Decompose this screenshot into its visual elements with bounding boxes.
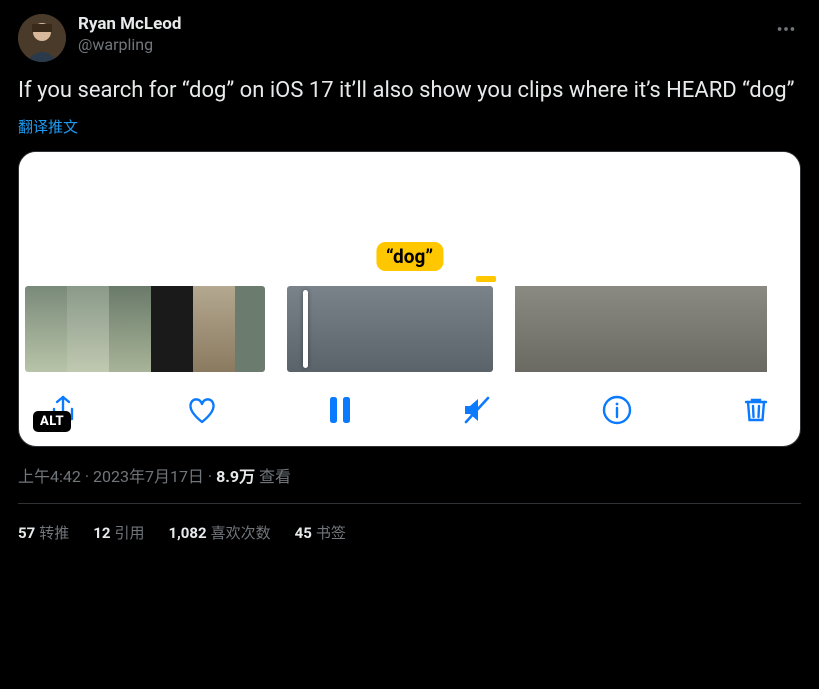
view-count[interactable]: 8.9万	[216, 467, 255, 486]
author-block: Ryan McLeod @warpling	[78, 14, 771, 54]
tweet-container: Ryan McLeod @warpling If you search for …	[0, 0, 819, 543]
search-term-badge: “dog”	[376, 242, 443, 271]
clip-frame	[725, 286, 767, 372]
stat-number: 1,082	[168, 524, 206, 542]
clip-frame	[235, 286, 265, 372]
stat-number: 45	[295, 524, 312, 542]
tweet-stats: 57转推 12引用 1,082 喜欢次数 45书签	[18, 504, 801, 543]
clip-frame	[557, 286, 599, 372]
tweet-time[interactable]: 上午4:42	[18, 467, 81, 486]
author-handle[interactable]: @warpling	[78, 35, 771, 54]
translate-link[interactable]: 翻译推文	[18, 116, 801, 137]
tweet-date[interactable]: 2023年7月17日	[93, 467, 204, 486]
clip-timeline-strip	[19, 276, 800, 376]
clip-frame	[67, 286, 109, 372]
clip-frame	[25, 286, 67, 372]
alt-text-button[interactable]: ALT	[33, 411, 71, 432]
pause-button[interactable]	[326, 394, 354, 426]
tweet-header: Ryan McLeod @warpling	[18, 14, 801, 62]
stat-label: 喜欢次数	[211, 524, 271, 542]
tweet-text: If you search for “dog” on iOS 17 it’ll …	[18, 76, 801, 106]
stat-label: 引用	[114, 524, 144, 542]
mute-button[interactable]	[461, 394, 493, 426]
media-toolbar	[19, 376, 800, 446]
meta-sep: ·	[204, 467, 216, 486]
clip-frame	[109, 286, 151, 372]
clip-thumbnail-group[interactable]	[515, 286, 767, 372]
media-top-space	[19, 152, 800, 242]
clip-frame	[365, 286, 443, 372]
clip-frame	[683, 286, 725, 372]
author-display-name[interactable]: Ryan McLeod	[78, 14, 771, 34]
likes-stat[interactable]: 1,082 喜欢次数	[168, 522, 270, 543]
search-badge-row: “dog”	[19, 242, 800, 276]
clip-frame	[641, 286, 683, 372]
clip-frame	[287, 286, 365, 372]
clip-thumbnail-group[interactable]	[25, 286, 265, 372]
badge-tick-marker	[476, 276, 496, 282]
clip-frame	[443, 286, 493, 372]
like-button[interactable]	[186, 394, 218, 426]
retweets-stat[interactable]: 57转推	[18, 522, 69, 543]
quotes-stat[interactable]: 12引用	[93, 522, 144, 543]
meta-sep: ·	[81, 467, 93, 486]
stat-label: 转推	[39, 524, 69, 542]
clip-frame	[151, 286, 193, 372]
clip-frame	[599, 286, 641, 372]
media-card[interactable]: “dog”	[18, 151, 801, 447]
avatar[interactable]	[18, 14, 66, 62]
media-inner: “dog”	[19, 152, 800, 446]
tweet-meta: 上午4:42 · 2023年7月17日 · 8.9万 查看	[18, 463, 801, 487]
playhead-indicator[interactable]	[303, 290, 308, 368]
info-button[interactable]	[601, 394, 633, 426]
clip-frame	[193, 286, 235, 372]
view-label: 查看	[255, 467, 291, 486]
clip-frame	[515, 286, 557, 372]
clip-thumbnail-group[interactable]	[287, 286, 493, 372]
stat-label: 书签	[316, 524, 346, 542]
more-options-button[interactable]	[771, 14, 801, 44]
bookmarks-stat[interactable]: 45书签	[295, 522, 346, 543]
stat-number: 57	[18, 524, 35, 542]
stat-number: 12	[93, 524, 110, 542]
trash-button[interactable]	[740, 394, 772, 426]
